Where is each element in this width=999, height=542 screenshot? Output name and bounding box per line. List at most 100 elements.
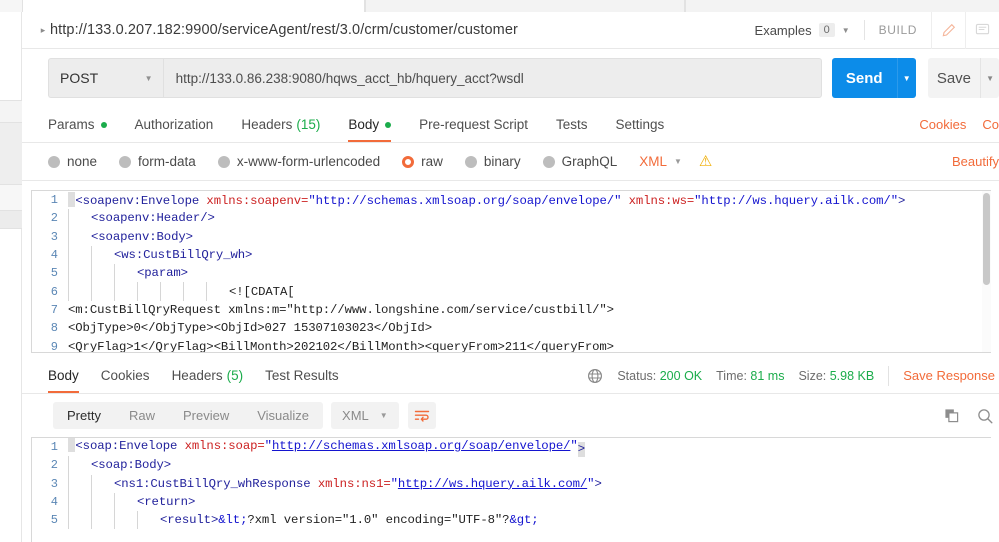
indent-guides: [68, 264, 137, 283]
save-button[interactable]: Save: [927, 58, 981, 98]
response-tab-test-results[interactable]: Test Results: [265, 358, 339, 393]
body-type-raw[interactable]: raw: [402, 154, 443, 169]
view-visualize[interactable]: Visualize: [243, 402, 323, 429]
request-url-input[interactable]: http://133.0.86.238:9080/hqws_acct_hb/hq…: [162, 58, 822, 98]
code-token: xmlns:ns1=: [317, 476, 391, 491]
line-number: 4: [50, 495, 58, 510]
request-body-editor[interactable]: 1 <soapenv:Envelope xmlns:soapenv="http:/…: [31, 190, 991, 353]
indent-guide: [114, 264, 137, 283]
request-header-bar: ▸ http://133.0.207.182:9900/serviceAgent…: [22, 11, 999, 49]
divider: [863, 20, 865, 40]
chevron-down-icon[interactable]: ▼: [842, 26, 850, 35]
request-code-lines[interactable]: 1 <soapenv:Envelope xmlns:soapenv="http:/…: [32, 191, 991, 352]
indent-guide: [183, 282, 206, 302]
copy-icon[interactable]: [944, 408, 959, 423]
response-tab-headers[interactable]: Headers (5): [172, 358, 244, 393]
chevron-down-icon[interactable]: ▼: [674, 157, 682, 166]
request-editor-scrollbar[interactable]: [982, 191, 991, 352]
indent-guide: [160, 282, 183, 302]
body-type-form-data[interactable]: form-data: [119, 154, 196, 169]
response-format-select[interactable]: XML ▼: [331, 402, 399, 429]
tab-params[interactable]: Params: [48, 107, 107, 142]
expand-caret-icon[interactable]: ▸: [36, 25, 50, 35]
tab-strip-segment[interactable]: [685, 0, 999, 12]
rail-block: [0, 210, 22, 228]
indent-guides: [68, 227, 91, 247]
code-token[interactable]: http://ws.hquery.ailk.com/: [398, 477, 587, 491]
response-tab-body[interactable]: Body: [48, 358, 79, 393]
comment-icon[interactable]: [965, 11, 999, 49]
code-token[interactable]: http://schemas.xmlsoap.org/soap/envelope…: [272, 439, 571, 453]
tab-strip-segment[interactable]: [365, 0, 685, 12]
status-value: 200 OK: [659, 368, 703, 383]
save-options-caret-icon[interactable]: ▼: [980, 58, 999, 98]
code-line: 1 <soap:Envelope xmlns:soap="http://schem…: [32, 438, 991, 458]
code-text: <result>&lt;?xml version="1.0" encoding=…: [160, 513, 539, 527]
beautify-link[interactable]: Beautify: [952, 154, 999, 169]
edit-pencil-icon[interactable]: [931, 11, 965, 49]
tab-settings[interactable]: Settings: [615, 107, 664, 142]
response-tab-cookies[interactable]: Cookies: [101, 358, 150, 393]
scrollbar-thumb[interactable]: [983, 193, 990, 285]
tab-label: Settings: [615, 117, 665, 132]
code-token: xmlns:soap=: [184, 439, 265, 454]
code-token: ?xml version="1.0" encoding="UTF-8"?: [247, 513, 510, 528]
send-options-caret-icon[interactable]: ▼: [896, 58, 916, 98]
view-preview[interactable]: Preview: [169, 402, 243, 429]
tab-authorization[interactable]: Authorization: [135, 107, 214, 142]
status-text: Status: 200 OK: [617, 369, 702, 383]
http-method-value: POST: [60, 70, 99, 86]
http-method-select[interactable]: POST ▼: [48, 58, 163, 98]
response-body-editor[interactable]: 1 <soap:Envelope xmlns:soap="http://schem…: [31, 437, 991, 542]
tab-body[interactable]: Body: [348, 107, 392, 142]
line-number: 1: [50, 193, 58, 208]
tab-headers[interactable]: Headers (15): [241, 107, 320, 142]
build-label[interactable]: BUILD: [879, 23, 917, 37]
rail-divider: [0, 184, 22, 185]
indent-guide: [91, 474, 114, 494]
postman-window: ▸ http://133.0.207.182:9900/serviceAgent…: [0, 0, 999, 542]
body-type-none[interactable]: none: [48, 154, 97, 169]
save-response-link[interactable]: Save Response: [903, 368, 995, 383]
code-token: <soapenv:Envelope: [75, 194, 207, 209]
code-line: 4 <return>: [32, 492, 991, 512]
radio-label: binary: [483, 154, 521, 169]
radio-icon-selected: [402, 155, 415, 168]
request-url-breadcrumb: http://133.0.207.182:9900/serviceAgent/r…: [50, 22, 518, 38]
response-format-value: XML: [342, 408, 369, 423]
radio-icon: [217, 155, 230, 168]
code-text: <soapenv:Header/>: [91, 211, 215, 225]
response-code-lines[interactable]: 1 <soap:Envelope xmlns:soap="http://schem…: [32, 438, 991, 530]
search-icon[interactable]: [977, 408, 993, 424]
tab-tests[interactable]: Tests: [556, 107, 588, 142]
send-button[interactable]: Send: [831, 58, 897, 98]
cookies-link[interactable]: Cookies: [919, 117, 966, 132]
code-text: <ObjType>0</ObjType><ObjId>027 153071030…: [68, 321, 432, 335]
view-pretty[interactable]: Pretty: [53, 402, 115, 429]
line-number: 5: [50, 266, 58, 281]
code-link[interactable]: Co: [982, 117, 999, 132]
raw-format-select[interactable]: XML: [639, 154, 667, 169]
code-line: 3 <ns1:CustBillQry_whResponse xmlns:ns1="…: [32, 474, 991, 494]
indent-guide: [91, 492, 114, 512]
indent-guide: [137, 511, 160, 530]
examples-label[interactable]: Examples: [755, 23, 812, 38]
body-type-x-www-form-urlencoded[interactable]: x-www-form-urlencoded: [217, 154, 380, 169]
tab-pre-request-script[interactable]: Pre-request Script: [419, 107, 528, 142]
view-raw[interactable]: Raw: [115, 402, 169, 429]
code-token: <m:CustBillQryRequest xmlns:m="http://ww…: [68, 302, 614, 317]
tab-strip-segment[interactable]: [22, 0, 365, 12]
request-tab-strip[interactable]: [22, 0, 999, 12]
code-token: &lt;: [218, 513, 248, 528]
modified-dot-icon: [385, 121, 392, 128]
body-type-graphql[interactable]: GraphQL: [542, 154, 617, 169]
word-wrap-toggle[interactable]: [407, 402, 436, 429]
tab-label: Body: [48, 368, 79, 383]
indent-guides: [68, 245, 114, 265]
globe-icon[interactable]: [587, 368, 603, 384]
code-token: &gt;: [509, 513, 539, 528]
tab-label: Cookies: [100, 368, 150, 383]
body-type-binary[interactable]: binary: [464, 154, 521, 169]
code-token: <soapenv:Header/>: [91, 211, 215, 226]
warning-triangle-icon[interactable]: ⚠: [699, 154, 712, 169]
